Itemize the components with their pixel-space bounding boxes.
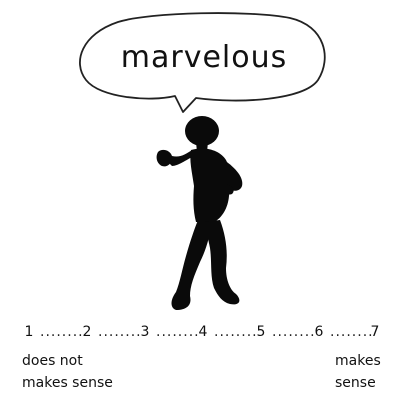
scale-separator: ........: [156, 324, 200, 340]
scale-point-5[interactable]: 5: [254, 324, 268, 340]
scale-separator: ........: [40, 324, 84, 340]
scale-point-1[interactable]: 1: [22, 324, 36, 340]
scale-low-anchor-line1: does not: [22, 353, 83, 369]
scale-high-anchor: makes sense: [335, 350, 381, 394]
scale-separator: ........: [98, 324, 142, 340]
scale-point-6[interactable]: 6: [312, 324, 326, 340]
scale-point-2[interactable]: 2: [80, 324, 94, 340]
scale-separator: ........: [214, 324, 258, 340]
scale-low-anchor: does not makes sense: [22, 350, 113, 394]
scale-separator: ........: [272, 324, 316, 340]
scale-point-7[interactable]: 7: [368, 324, 382, 340]
scale-point-4[interactable]: 4: [196, 324, 210, 340]
scale-high-anchor-line2: sense: [335, 375, 376, 391]
scale-point-3[interactable]: 3: [138, 324, 152, 340]
stimulus-card: marvelous 1 ........ 2 ........ 3 ......…: [0, 0, 400, 400]
scale-high-anchor-line1: makes: [335, 353, 381, 369]
scale-low-anchor-line2: makes sense: [22, 375, 113, 391]
rating-scale: 1 ........ 2 ........ 3 ........ 4 .....…: [18, 320, 388, 350]
